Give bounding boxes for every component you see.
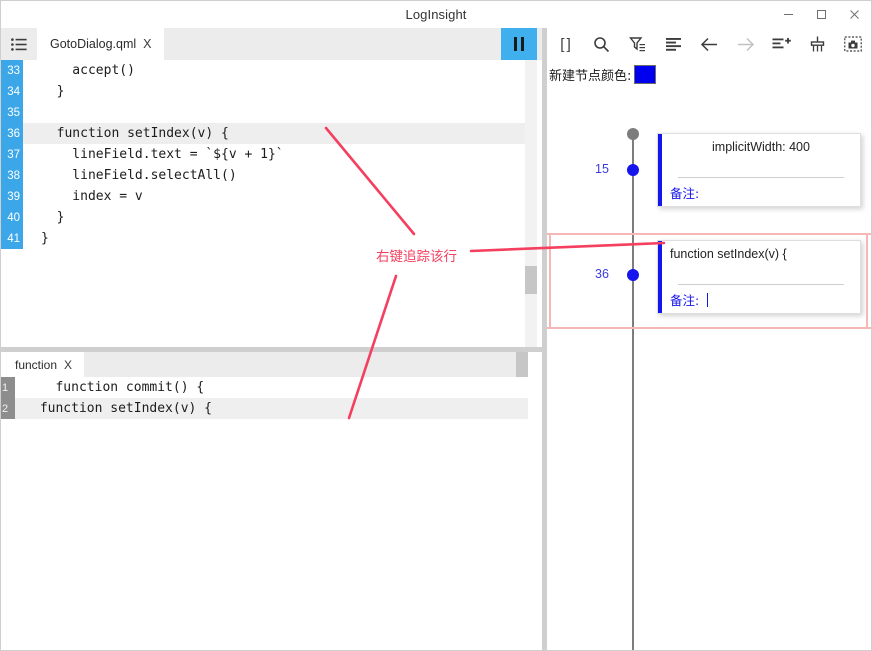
- code-line[interactable]: 36 function setIndex(v) {: [1, 123, 542, 144]
- line-number: 39: [1, 186, 23, 207]
- result-line-number: 2: [1, 398, 15, 419]
- code-line[interactable]: 37 lineField.text = `${v + 1}`: [1, 144, 542, 165]
- bottom-tab-strip: function X: [1, 352, 542, 377]
- bottom-tab-filler: [84, 352, 542, 377]
- line-number: 36: [1, 123, 23, 144]
- filter-list-icon[interactable]: [619, 28, 655, 60]
- bottom-scrollbar-cap[interactable]: [516, 352, 528, 377]
- line-number: 34: [1, 81, 23, 102]
- pause-button[interactable]: [501, 28, 537, 60]
- annotation-label: 右键追踪该行: [376, 249, 457, 265]
- node-note-row[interactable]: 备注:: [670, 183, 852, 202]
- node-panel: [ ] 新建节点颜色: 15 implicitWidth: 400 备注: 36…: [547, 28, 871, 650]
- node-note-label: 备注:: [670, 293, 700, 308]
- result-text: function setIndex(v) {: [32, 401, 213, 416]
- code-line[interactable]: 39 index = v: [1, 186, 542, 207]
- bottom-panel: function X 1 function commit() {2 functi…: [1, 352, 542, 650]
- line-number: 35: [1, 102, 23, 123]
- line-source: index = v: [41, 189, 143, 204]
- result-text: function commit() {: [32, 380, 205, 395]
- broom-clean-icon[interactable]: [799, 28, 835, 60]
- line-number: 38: [1, 165, 23, 186]
- close-icon[interactable]: X: [64, 358, 72, 372]
- node-divider: [678, 177, 844, 178]
- node-dot[interactable]: [627, 164, 639, 176]
- add-to-list-icon[interactable]: [763, 28, 799, 60]
- node-divider: [678, 284, 844, 285]
- brackets-label: [ ]: [560, 35, 570, 53]
- code-line[interactable]: 38 lineField.selectAll(): [1, 165, 542, 186]
- code-editor[interactable]: 33 accept() 34 } 35 36 function setIndex(v)…: [1, 60, 542, 347]
- node-code-text: implicitWidth: 400: [712, 140, 810, 154]
- result-line-number: 1: [1, 377, 15, 398]
- new-node-color-row: 新建节点颜色:: [547, 60, 871, 88]
- align-left-icon[interactable]: [655, 28, 691, 60]
- search-result-list: 1 function commit() {2 function setIndex…: [1, 377, 542, 419]
- arrow-right-icon[interactable]: [727, 28, 763, 60]
- line-number: 33: [1, 60, 23, 81]
- color-swatch[interactable]: [634, 64, 657, 84]
- line-number: 41: [1, 228, 23, 249]
- node-card-body: function setIndex(v) { 备注:: [662, 241, 860, 313]
- list-menu-icon[interactable]: [1, 28, 37, 60]
- node-row[interactable]: 15 implicitWidth: 400 备注:: [547, 128, 871, 224]
- line-number: 37: [1, 144, 23, 165]
- node-line-number: 36: [595, 267, 609, 281]
- node-note-label: 备注:: [670, 186, 700, 201]
- node-row[interactable]: 36 function setIndex(v) { 备注:: [547, 233, 871, 329]
- editor-tab-strip: GotoDialog.qml X: [1, 28, 542, 60]
- search-result-row[interactable]: 2 function setIndex(v) {: [1, 398, 542, 419]
- maximize-button[interactable]: [805, 1, 838, 28]
- node-card-body: implicitWidth: 400 备注:: [662, 134, 860, 206]
- new-node-color-label: 新建节点颜色:: [549, 68, 632, 84]
- code-line[interactable]: 40 }: [1, 207, 542, 228]
- line-source: [23, 102, 542, 123]
- minimize-button[interactable]: [772, 1, 805, 28]
- close-icon[interactable]: X: [143, 38, 151, 51]
- scrollbar-thumb[interactable]: [525, 266, 537, 294]
- code-line[interactable]: 35: [1, 102, 542, 123]
- node-note-area: 备注:: [670, 177, 852, 202]
- node-card[interactable]: function setIndex(v) { 备注:: [657, 240, 861, 314]
- line-source: function setIndex(v) {: [41, 126, 229, 141]
- bottom-tab-function[interactable]: function X: [1, 352, 85, 377]
- close-button[interactable]: [838, 1, 871, 28]
- camera-screenshot-icon[interactable]: [835, 28, 871, 60]
- tab-strip-filler: [163, 28, 501, 60]
- line-source: }: [41, 210, 65, 225]
- pause-icon: [514, 37, 524, 51]
- window-controls: [772, 1, 871, 28]
- code-line[interactable]: 41}: [1, 228, 542, 249]
- window-title: LogInsight: [405, 7, 467, 22]
- node-note-row[interactable]: 备注:: [670, 290, 852, 309]
- arrow-left-icon[interactable]: [691, 28, 727, 60]
- search-result-row[interactable]: 1 function commit() {: [1, 377, 542, 398]
- line-source: lineField.selectAll(): [41, 168, 237, 183]
- editor-vertical-scrollbar[interactable]: [525, 60, 537, 347]
- line-source: }: [41, 84, 65, 99]
- editor-tab-gotodialog[interactable]: GotoDialog.qml X: [37, 28, 164, 60]
- line-number: 40: [1, 207, 23, 228]
- line-source: }: [41, 231, 49, 246]
- search-icon[interactable]: [583, 28, 619, 60]
- brackets-icon[interactable]: [ ]: [547, 28, 583, 60]
- code-lines: 33 accept() 34 } 35 36 function setIndex(v)…: [1, 60, 542, 249]
- node-panel-toolbar: [ ]: [547, 28, 871, 60]
- title-bar: LogInsight: [1, 1, 871, 28]
- node-code-text: function setIndex(v) {: [670, 247, 787, 261]
- node-note-area: 备注:: [670, 284, 852, 309]
- node-card[interactable]: implicitWidth: 400 备注:: [657, 133, 861, 207]
- bottom-right-edge: [528, 352, 542, 650]
- text-caret: [707, 292, 709, 307]
- code-line[interactable]: 33 accept(): [1, 60, 542, 81]
- line-source: accept(): [41, 63, 135, 78]
- node-dot[interactable]: [627, 269, 639, 281]
- editor-tab-label: GotoDialog.qml: [50, 37, 137, 51]
- bottom-tab-label: function: [15, 357, 58, 372]
- node-line-number: 15: [595, 162, 609, 176]
- code-line[interactable]: 34 }: [1, 81, 542, 102]
- node-timeline-canvas[interactable]: 15 implicitWidth: 400 备注: 36 function setInd…: [547, 88, 871, 650]
- application-window: LogInsight GotoDialog.qml X 33 accept() …: [0, 0, 872, 651]
- line-source: lineField.text = `${v + 1}`: [41, 147, 284, 162]
